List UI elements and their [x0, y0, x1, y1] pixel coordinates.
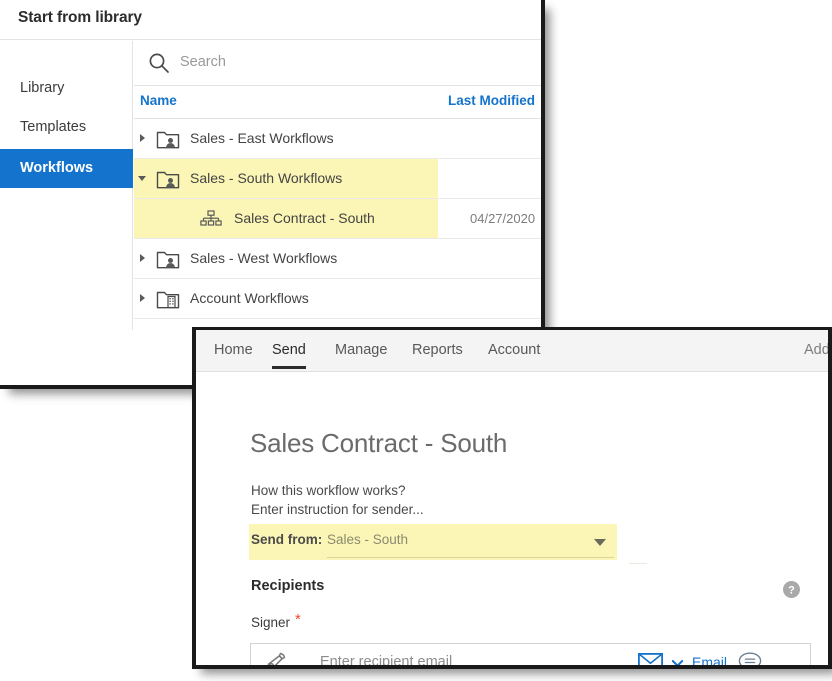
table-row[interactable]: Sales - East Workflows	[134, 119, 541, 159]
library-titlebar: Start from library	[0, 0, 541, 40]
row-label: Sales Contract - South	[234, 210, 375, 226]
row-label: Sales - East Workflows	[190, 130, 334, 146]
send-workflow-window: Home Send Manage Reports Account Add Sal…	[192, 327, 832, 669]
table-row[interactable]: Sales - West Workflows	[134, 239, 541, 279]
table-row[interactable]: Sales - South Workflows	[134, 159, 541, 199]
envelope-icon[interactable]	[638, 653, 663, 669]
row-label: Sales - West Workflows	[190, 250, 337, 266]
folder-user-icon	[156, 168, 180, 190]
sidebar-item-label: Templates	[20, 119, 86, 135]
folder-building-icon	[156, 288, 180, 310]
folder-user-icon	[156, 248, 180, 270]
folder-user-icon	[156, 128, 180, 150]
search-bar[interactable]: Search	[134, 41, 541, 86]
search-icon	[148, 52, 170, 74]
table-column-header: Name Last Modified	[134, 86, 541, 119]
tab-send[interactable]: Send	[272, 342, 306, 358]
collapse-triangle-icon[interactable]	[138, 176, 146, 181]
required-asterisk: *	[295, 612, 301, 627]
signature-pen-icon[interactable]	[264, 650, 288, 669]
sidebar-item-templates[interactable]: Templates	[0, 108, 133, 147]
library-content-pane: Search Name Last Modified Sales - East W…	[134, 41, 541, 330]
column-header-name[interactable]: Name	[140, 93, 177, 108]
expand-triangle-icon[interactable]	[140, 134, 145, 142]
row-label: Sales - South Workflows	[190, 170, 342, 186]
how-it-works-text: How this workflow works?	[251, 483, 406, 498]
workflow-hierarchy-icon	[200, 209, 222, 229]
decorative-line	[629, 563, 647, 564]
delivery-method-label[interactable]: Email	[692, 654, 727, 669]
tab-manage[interactable]: Manage	[335, 342, 387, 358]
sidebar-item-library[interactable]: Library	[0, 69, 133, 108]
sidebar-item-label: Workflows	[20, 160, 93, 176]
expand-triangle-icon[interactable]	[140, 254, 145, 262]
main-tabbar: Home Send Manage Reports Account Add	[196, 330, 832, 372]
expand-triangle-icon[interactable]	[140, 294, 145, 302]
library-sidebar: Library Templates Workflows	[0, 41, 133, 330]
chevron-down-icon[interactable]	[672, 660, 683, 667]
chevron-down-icon[interactable]	[594, 539, 606, 546]
row-date: 04/27/2020	[470, 211, 535, 226]
recipients-heading: Recipients	[251, 578, 324, 594]
table-row[interactable]: Account Workflows	[134, 279, 541, 319]
column-header-last-modified[interactable]: Last Modified	[448, 93, 535, 108]
signer-label: Signer	[251, 615, 290, 630]
tab-account[interactable]: Account	[488, 342, 540, 358]
table-row[interactable]: Sales Contract - South 04/27/2020	[134, 199, 541, 239]
tab-reports[interactable]: Reports	[412, 342, 463, 358]
tab-add-ons[interactable]: Add	[804, 342, 830, 358]
document-title: Sales Contract - South	[250, 428, 507, 459]
send-from-label: Send from:	[251, 532, 322, 547]
send-from-underline	[327, 557, 614, 558]
sender-instruction-text: Enter instruction for sender...	[251, 502, 424, 517]
sidebar-item-workflows[interactable]: Workflows	[0, 149, 133, 188]
svg-text:?: ?	[788, 585, 795, 597]
help-circle-icon[interactable]: ?	[783, 581, 800, 598]
sidebar-item-label: Library	[20, 80, 64, 96]
search-input[interactable]: Search	[180, 54, 226, 70]
send-from-select[interactable]: Sales - South	[327, 532, 408, 547]
message-bubble-icon[interactable]	[738, 651, 762, 669]
send-content: Sales Contract - South How this workflow…	[196, 372, 832, 665]
row-label: Account Workflows	[190, 290, 309, 306]
recipient-email-input[interactable]: Enter recipient email	[320, 654, 452, 669]
tab-home[interactable]: Home	[214, 342, 253, 358]
page-title: Start from library	[18, 9, 142, 27]
